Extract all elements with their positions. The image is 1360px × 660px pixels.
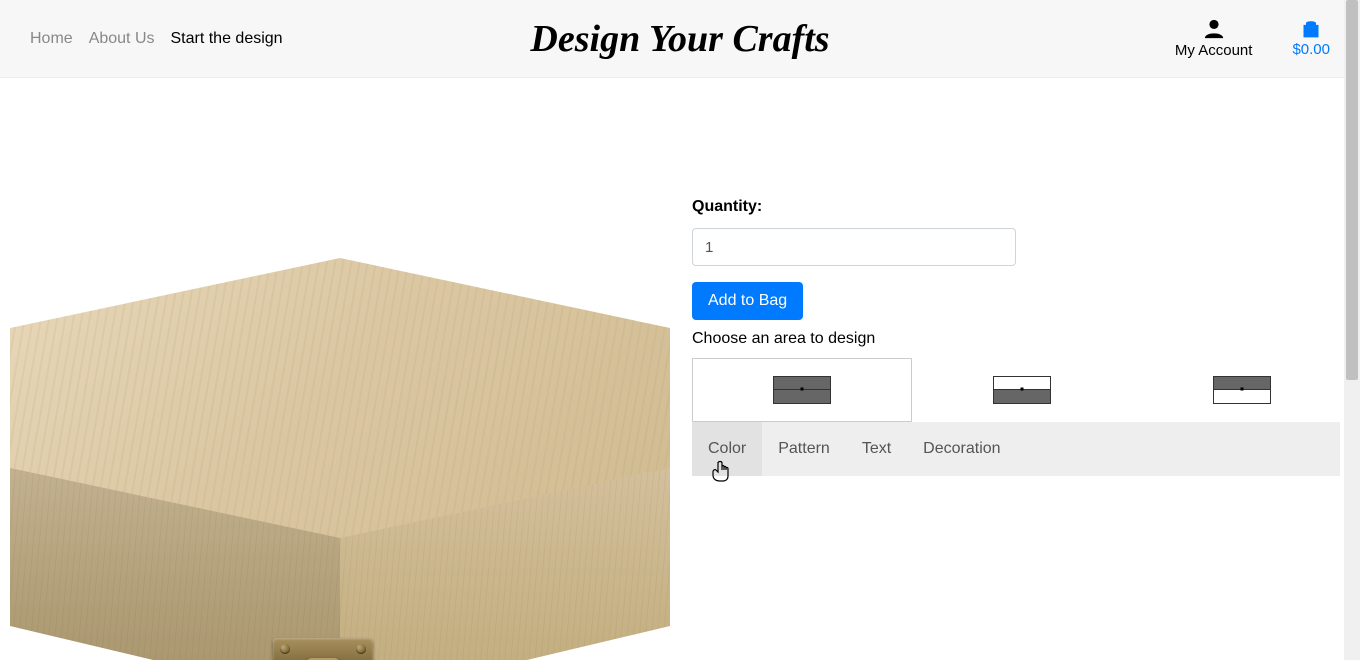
- product-preview: [0, 78, 680, 660]
- area-option-top[interactable]: [1132, 358, 1352, 422]
- header: Home About Us Start the design Design Yo…: [0, 0, 1360, 78]
- vertical-scrollbar[interactable]: [1344, 0, 1360, 660]
- tab-color[interactable]: Color: [692, 422, 762, 476]
- box-top-icon: [1213, 376, 1271, 404]
- wooden-box-image: [0, 258, 680, 660]
- area-option-full[interactable]: [692, 358, 912, 422]
- nav-home[interactable]: Home: [30, 30, 73, 48]
- box-full-icon: [773, 376, 831, 404]
- product-config: Quantity: Add to Bag Choose an area to d…: [692, 78, 1352, 660]
- user-icon: [1203, 18, 1225, 40]
- main-content: Quantity: Add to Bag Choose an area to d…: [0, 78, 1360, 660]
- box-bottom-icon: [993, 376, 1051, 404]
- scrollbar-thumb[interactable]: [1346, 0, 1358, 380]
- choose-area-label: Choose an area to design: [692, 330, 1352, 348]
- nav-about[interactable]: About Us: [89, 30, 155, 48]
- bag-icon: [1301, 19, 1321, 39]
- nav-start-design[interactable]: Start the design: [171, 30, 283, 48]
- add-to-bag-button[interactable]: Add to Bag: [692, 282, 803, 320]
- quantity-label: Quantity:: [692, 198, 1352, 216]
- tab-decoration[interactable]: Decoration: [907, 422, 1016, 476]
- cart-amount: $0.00: [1292, 41, 1330, 58]
- quantity-input[interactable]: [692, 228, 1016, 266]
- site-logo[interactable]: Design Your Crafts: [530, 17, 829, 61]
- account-label: My Account: [1175, 42, 1253, 59]
- tab-text[interactable]: Text: [846, 422, 907, 476]
- main-nav: Home About Us Start the design: [30, 30, 283, 48]
- box-latch: [258, 638, 388, 660]
- design-tabs: Color Pattern Text Decoration: [692, 422, 1340, 476]
- area-option-bottom[interactable]: [912, 358, 1132, 422]
- cart-button[interactable]: $0.00: [1292, 19, 1330, 58]
- area-selector: [692, 358, 1352, 422]
- my-account-button[interactable]: My Account: [1175, 18, 1253, 59]
- tab-pattern[interactable]: Pattern: [762, 422, 846, 476]
- header-right: My Account $0.00: [1175, 18, 1330, 59]
